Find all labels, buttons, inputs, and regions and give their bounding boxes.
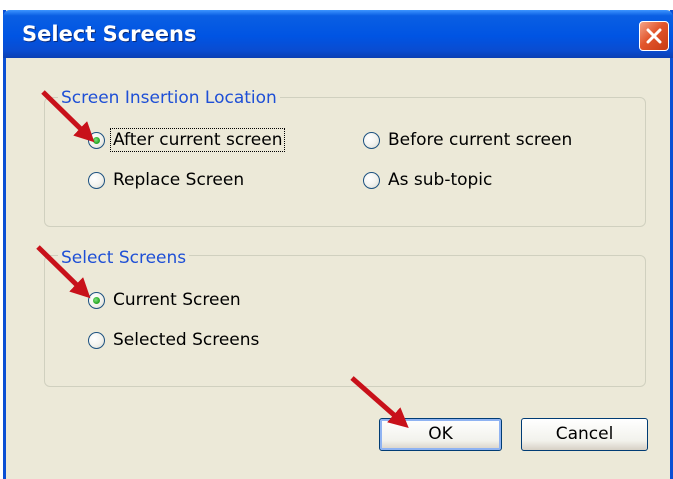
select-screens-legend: Select Screens	[58, 248, 190, 268]
radio-button[interactable]	[363, 171, 380, 189]
cancel-button[interactable]: Cancel	[521, 418, 648, 451]
radio-before-current-screen[interactable]: Before current screen	[363, 128, 574, 152]
radio-as-sub-topic[interactable]: As sub-topic	[363, 168, 494, 192]
radio-label: Current Screen	[113, 290, 241, 310]
close-button[interactable]	[639, 21, 669, 51]
insertion-location-legend: Screen Insertion Location	[58, 88, 280, 108]
dialog-window: Select Screens Screen Insertion Location…	[3, 10, 673, 479]
insertion-location-group	[44, 97, 646, 227]
dialog-title: Select Screens	[22, 22, 197, 46]
title-bar[interactable]: Select Screens	[3, 10, 673, 58]
radio-label: As sub-topic	[388, 170, 493, 190]
radio-button[interactable]	[363, 131, 380, 149]
radio-replace-screen[interactable]: Replace Screen	[88, 168, 246, 192]
radio-button-checked[interactable]	[88, 291, 105, 309]
radio-label: Selected Screens	[113, 330, 260, 350]
radio-label: Before current screen	[388, 130, 573, 150]
radio-button[interactable]	[88, 331, 105, 349]
radio-current-screen[interactable]: Current Screen	[88, 288, 243, 312]
radio-label: After current screen	[109, 128, 286, 152]
radio-selected-screens[interactable]: Selected Screens	[88, 328, 261, 352]
close-icon	[646, 28, 662, 44]
radio-after-current-screen[interactable]: After current screen	[88, 128, 286, 152]
select-screens-group	[44, 255, 646, 387]
radio-label: Replace Screen	[113, 170, 245, 190]
ok-button[interactable]: OK	[379, 418, 502, 451]
radio-button[interactable]	[88, 171, 105, 189]
radio-button-checked[interactable]	[88, 131, 105, 149]
